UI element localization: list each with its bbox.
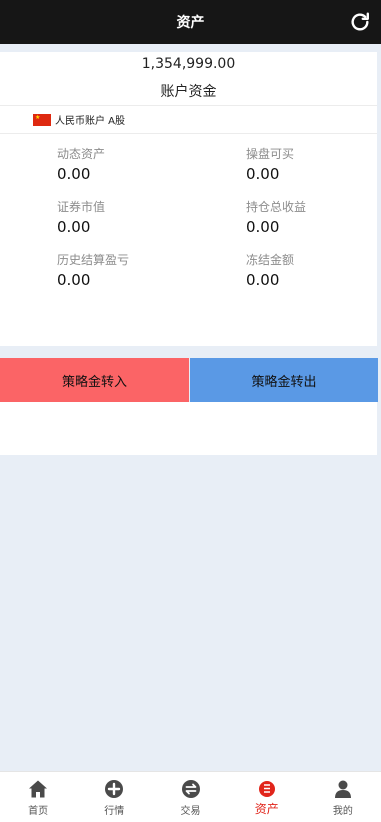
stat-label: 动态资产 bbox=[57, 147, 106, 161]
empty-panel bbox=[0, 402, 377, 455]
stat-value: 0.00 bbox=[57, 218, 91, 236]
stat-value: 0.00 bbox=[57, 271, 91, 289]
stat-label: 持仓总收益 bbox=[246, 200, 307, 214]
section-gap bbox=[0, 346, 377, 358]
china-flag-icon: ★ bbox=[33, 113, 51, 126]
stat-value: 0.00 bbox=[57, 165, 91, 183]
tab-label: 资产 bbox=[254, 802, 279, 816]
stat-value: 0.00 bbox=[246, 218, 280, 236]
stat-label: 历史结算盈亏 bbox=[57, 253, 130, 267]
stat-position-profit: 持仓总收益 0.00 bbox=[246, 198, 306, 236]
refresh-icon[interactable] bbox=[349, 11, 371, 33]
transfer-in-button[interactable]: 策略金转入 bbox=[0, 358, 189, 402]
divider bbox=[0, 105, 377, 106]
stat-frozen-amount: 冻结金额 0.00 bbox=[246, 251, 294, 289]
tab-label: 交易 bbox=[180, 806, 201, 817]
stat-dynamic-assets: 动态资产 0.00 bbox=[57, 145, 105, 183]
tab-trade[interactable]: 交易 bbox=[152, 772, 228, 822]
divider bbox=[0, 133, 377, 134]
page-title: 资产 bbox=[176, 15, 205, 31]
home-icon bbox=[29, 780, 48, 798]
tab-label: 行情 bbox=[104, 806, 125, 817]
tab-assets[interactable]: 资产 bbox=[229, 772, 305, 822]
swap-icon bbox=[181, 780, 200, 798]
stat-settled-pnl: 历史结算盈亏 0.00 bbox=[57, 251, 129, 289]
tab-home[interactable]: 首页 bbox=[0, 772, 76, 822]
account-selector[interactable]: ★ 人民币账户 A股 bbox=[33, 112, 125, 127]
top-bar: 资产 bbox=[0, 0, 381, 44]
bottom-tab-bar: 首页 行情 交易 资产 我的 bbox=[0, 771, 381, 822]
account-balance: 1,354,999.00 bbox=[141, 56, 236, 72]
tab-label: 首页 bbox=[28, 806, 49, 817]
stat-label: 操盘可买 bbox=[246, 147, 295, 161]
plus-circle-icon bbox=[105, 780, 124, 798]
stat-label: 证券市值 bbox=[57, 200, 106, 214]
account-card: 1,354,999.00 账户资金 ★ 人民币账户 A股 动态资产 0.00 操… bbox=[0, 52, 377, 346]
user-icon bbox=[334, 780, 351, 798]
tab-label: 我的 bbox=[332, 806, 353, 817]
account-name: 人民币账户 A股 bbox=[55, 116, 126, 127]
stat-value: 0.00 bbox=[246, 165, 280, 183]
stat-label: 冻结金额 bbox=[246, 253, 295, 267]
stat-buyable: 操盘可买 0.00 bbox=[246, 145, 294, 183]
transfer-out-button[interactable]: 策略金转出 bbox=[190, 358, 378, 402]
tab-market[interactable]: 行情 bbox=[76, 772, 152, 822]
stat-value: 0.00 bbox=[246, 271, 280, 289]
assets-icon bbox=[258, 781, 275, 797]
tab-profile[interactable]: 我的 bbox=[305, 772, 381, 822]
account-balance-label: 账户资金 bbox=[160, 84, 217, 100]
stat-securities-value: 证券市值 0.00 bbox=[57, 198, 105, 236]
